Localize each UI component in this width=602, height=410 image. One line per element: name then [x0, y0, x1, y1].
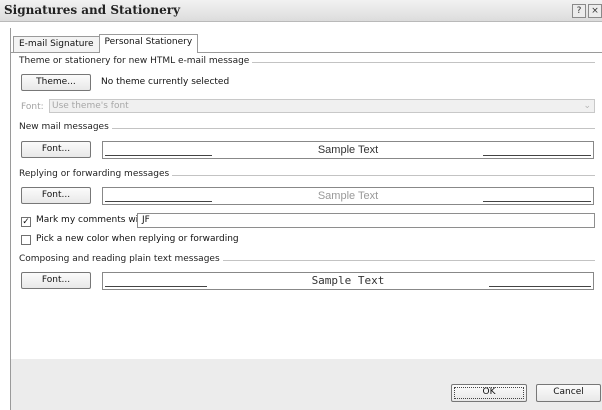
help-button[interactable]: ?: [572, 4, 586, 18]
theme-status: No theme currently selected: [101, 77, 230, 87]
mark-comments-label: Mark my comments with:: [36, 215, 151, 225]
personal-stationery-panel: Theme or stationery for new HTML e-mail …: [11, 53, 602, 359]
plain-text-sample: Sample Text: [102, 272, 594, 290]
tab-strip: E-mail Signature Personal Stationery: [13, 34, 199, 53]
close-button[interactable]: ×: [588, 4, 602, 18]
title-bar: Signatures and Stationery ? ×: [0, 0, 602, 22]
tab-personal-stationery[interactable]: Personal Stationery: [98, 34, 199, 53]
chevron-down-icon: ⌄: [583, 101, 591, 111]
font-label: Font:: [21, 102, 44, 112]
sample-text: Sample Text: [313, 190, 383, 202]
mark-comments-checkbox[interactable]: ✓: [21, 217, 31, 227]
mark-comments-input[interactable]: JF: [137, 213, 595, 228]
reply-font-button[interactable]: Font...: [21, 187, 91, 204]
window-title: Signatures and Stationery: [4, 3, 181, 17]
new-mail-font-button[interactable]: Font...: [21, 141, 91, 158]
ok-button[interactable]: OK: [451, 384, 527, 402]
theme-section-heading: Theme or stationery for new HTML e-mail …: [19, 56, 253, 66]
plain-text-heading: Composing and reading plain text message…: [19, 254, 223, 264]
plain-text-font-button[interactable]: Font...: [21, 272, 91, 289]
reply-sample: Sample Text: [102, 187, 594, 205]
new-mail-heading: New mail messages: [19, 122, 112, 132]
sample-text: Sample Text: [307, 274, 389, 287]
title-buttons: ? ×: [572, 4, 602, 18]
theme-font-value: Use theme's font: [52, 101, 129, 111]
new-mail-sample: Sample Text: [102, 141, 594, 159]
tab-email-signature[interactable]: E-mail Signature: [13, 36, 100, 52]
theme-button[interactable]: Theme...: [21, 74, 91, 91]
sample-text: Sample Text: [313, 144, 383, 156]
theme-font-select[interactable]: Use theme's font ⌄: [49, 99, 595, 113]
pick-color-checkbox[interactable]: [21, 235, 31, 245]
dialog-body: E-mail Signature Personal Stationery The…: [10, 28, 602, 410]
cancel-button[interactable]: Cancel: [536, 384, 601, 402]
reply-heading: Replying or forwarding messages: [19, 169, 173, 179]
pick-color-label: Pick a new color when replying or forwar…: [36, 234, 239, 244]
